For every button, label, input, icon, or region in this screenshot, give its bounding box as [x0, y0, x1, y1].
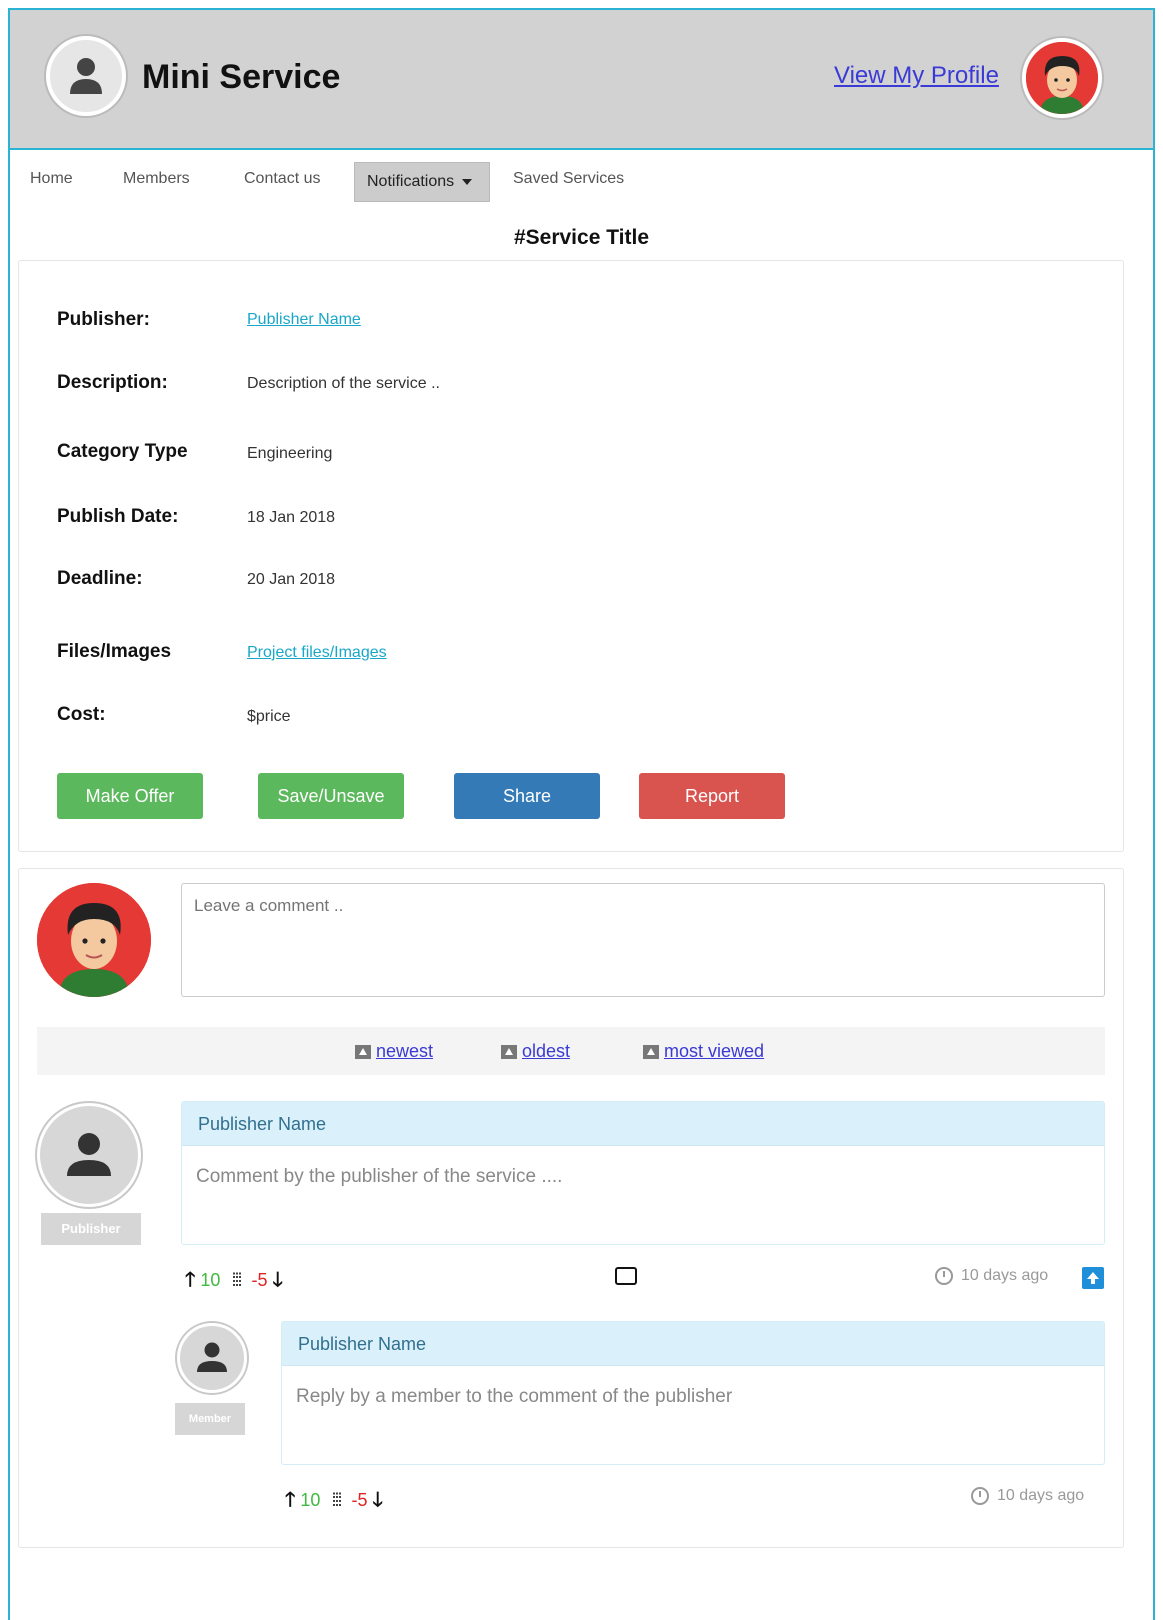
reply-time: 10 days ago	[971, 1487, 1084, 1505]
clock-icon	[971, 1487, 989, 1505]
app-header: Mini Service View My Profile	[10, 10, 1153, 150]
member-reply-card: Publisher Name Reply by a member to the …	[281, 1321, 1105, 1465]
upvote-arrow-icon[interactable]: 🡑	[285, 1485, 295, 1519]
nav-item-saved-services[interactable]: Saved Services	[513, 170, 624, 188]
description-value: Description of the service ..	[247, 375, 440, 392]
sort-newest[interactable]: newest	[355, 1041, 433, 1062]
sort-arrow-icon	[501, 1045, 517, 1060]
reply-time-label: 10 days ago	[997, 1487, 1085, 1505]
service-title: #Service Title	[513, 226, 650, 249]
comments-panel: newest oldest most viewed Publisher Publ…	[18, 868, 1124, 1548]
sort-newest-label: newest	[376, 1041, 434, 1061]
sort-oldest[interactable]: oldest	[501, 1041, 570, 1062]
nav-item-members[interactable]: Members	[123, 170, 190, 188]
sort-arrow-icon	[355, 1045, 371, 1060]
publisher-avatar-user-icon	[37, 1103, 141, 1207]
main-nav: Home Members Contact us Notifications Sa…	[10, 158, 1153, 202]
downvote-count: -5	[351, 1490, 368, 1510]
scroll-top-icon[interactable]	[1082, 1267, 1104, 1289]
category-value: Engineering	[247, 445, 333, 462]
comment-time-label: 10 days ago	[961, 1267, 1049, 1285]
reply-text: Reply by a member to the comment of the …	[296, 1386, 733, 1407]
dotted-bars-icon: ⁞⁞⁞	[231, 1270, 242, 1290]
comment-input[interactable]	[181, 883, 1105, 997]
category-label: Category Type	[57, 441, 188, 462]
make-offer-button[interactable]: Make Offer	[57, 773, 203, 819]
sort-oldest-label: oldest	[522, 1041, 571, 1061]
project-files-link[interactable]: Project files/Images	[247, 644, 387, 662]
publisher-role-badge: Publisher	[41, 1213, 141, 1245]
publish-date-value: 18 Jan 2018	[247, 509, 336, 526]
publisher-name-link[interactable]: Publisher Name	[247, 311, 361, 329]
user-avatar[interactable]	[1022, 38, 1102, 118]
reply-author: Publisher Name	[282, 1322, 1104, 1366]
comment-author: Publisher Name	[182, 1102, 1104, 1146]
nav-item-contact[interactable]: Contact us	[244, 170, 320, 188]
description-label: Description:	[57, 372, 168, 393]
publisher-label: Publisher:	[57, 309, 150, 330]
downvote-arrow-icon[interactable]: 🡓	[373, 1485, 383, 1519]
publisher-comment-card: Publisher Name Comment by the publisher …	[181, 1101, 1105, 1245]
sort-most-viewed[interactable]: most viewed	[643, 1041, 764, 1062]
service-details-panel: Publisher: Publisher Name Description: D…	[18, 260, 1124, 852]
clock-icon	[935, 1267, 953, 1285]
nav-item-notifications-dropdown[interactable]: Notifications	[354, 162, 490, 202]
member-role-badge: Member	[175, 1403, 245, 1435]
app-logo-user-icon	[46, 36, 126, 116]
sort-bar: newest oldest most viewed	[37, 1027, 1105, 1075]
comment-meta: 🡑 10 ⁞⁞⁞ -5 🡓 10 days ago	[185, 1265, 1105, 1291]
deadline-label: Deadline:	[57, 568, 143, 589]
downvote-arrow-icon[interactable]: 🡓	[273, 1265, 283, 1299]
member-avatar-user-icon	[177, 1323, 247, 1393]
cost-value: $price	[247, 708, 291, 725]
files-label: Files/Images	[57, 641, 172, 662]
app-title: Mini Service	[142, 58, 341, 96]
upvote-count: 10	[300, 1490, 321, 1510]
nav-item-home[interactable]: Home	[30, 170, 73, 188]
nav-item-notifications-label: Notifications	[367, 173, 455, 190]
view-profile-link[interactable]: View My Profile	[834, 62, 999, 90]
sort-arrow-icon	[643, 1045, 659, 1060]
dotted-bars-icon: ⁞⁞⁞	[331, 1490, 342, 1510]
deadline-value: 20 Jan 2018	[247, 571, 336, 588]
upvote-arrow-icon[interactable]: 🡑	[185, 1265, 195, 1299]
reply-comment-icon[interactable]	[615, 1267, 637, 1285]
current-user-avatar	[37, 883, 151, 997]
sort-most-viewed-label: most viewed	[664, 1041, 765, 1061]
cost-label: Cost:	[57, 704, 106, 725]
publish-date-label: Publish Date:	[57, 506, 179, 527]
comment-text: Comment by the publisher of the service …	[196, 1166, 563, 1187]
downvote-count: -5	[251, 1270, 268, 1290]
comment-time: 10 days ago	[935, 1267, 1048, 1285]
reply-meta: 🡑 10 ⁞⁞⁞ -5 🡓 10 days ago	[285, 1485, 1105, 1511]
save-unsave-button[interactable]: Save/Unsave	[258, 773, 404, 819]
caret-down-icon	[462, 178, 473, 185]
share-button[interactable]: Share	[454, 773, 600, 819]
report-button[interactable]: Report	[639, 773, 785, 819]
upvote-count: 10	[200, 1270, 221, 1290]
